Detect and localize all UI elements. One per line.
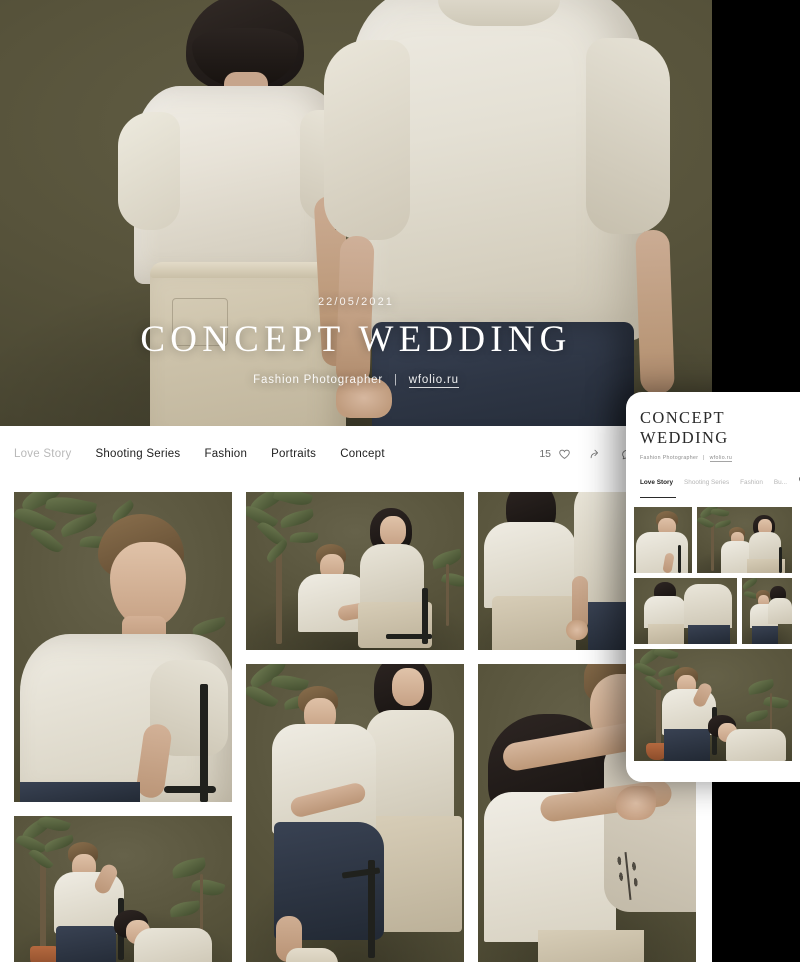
mobile-nav-link-truncated[interactable]: Bu... [774, 479, 787, 486]
hero-date: 22/05/2021 [317, 296, 395, 308]
plant-pot [30, 946, 58, 962]
man-jeans [56, 926, 116, 962]
woman-tshirt [134, 928, 212, 962]
nav-link-concept[interactable]: Concept [340, 448, 385, 460]
woman-tshirt [726, 729, 786, 762]
trousers [538, 930, 644, 962]
mobile-active-tab-underline [640, 496, 676, 499]
chair-rail [164, 786, 216, 793]
share-icon[interactable] [589, 448, 603, 461]
nav-link-portraits[interactable]: Portraits [271, 448, 316, 460]
man-sock [286, 948, 338, 962]
hero-woman-shirt [118, 86, 358, 284]
gallery-navbar: Love Story Shooting Series Fashion Portr… [0, 426, 712, 482]
mobile-grid-row [634, 649, 792, 762]
desktop-mockup: 22/05/2021 CONCEPT WEDDING Fashion Photo… [0, 0, 712, 962]
man-tshirt [272, 724, 376, 834]
man-jeans [752, 626, 778, 645]
chair-rail [386, 634, 432, 639]
like-group[interactable]: 15 [539, 448, 571, 461]
plant-trunk [711, 525, 714, 572]
hero-role: Fashion Photographer [253, 374, 383, 386]
woman-tshirt [768, 598, 792, 625]
mobile-nav-link-love-story[interactable]: Love Story [640, 479, 673, 486]
subject-jeans [20, 782, 140, 802]
grid-column-2 [246, 492, 464, 962]
man-tshirt [684, 584, 732, 629]
mobile-subtitle: Fashion Photographer | wfolio.ru [626, 455, 800, 463]
photo-tile-4[interactable] [14, 816, 232, 962]
mobile-grid-row [634, 578, 792, 645]
photo-grid [0, 482, 712, 962]
grid-column-1 [14, 492, 232, 962]
mobile-photo-tile-2[interactable] [697, 507, 792, 574]
chair-leg [678, 545, 681, 574]
photo-tile-1[interactable] [14, 492, 232, 802]
woman-face [380, 516, 406, 546]
nav-link-fashion[interactable]: Fashion [204, 448, 247, 460]
woman-trousers [648, 624, 684, 645]
hero-separator: | [393, 374, 398, 386]
mobile-nav-link-fashion[interactable]: Fashion [740, 479, 763, 486]
page-title: CONCEPT WEDDING [140, 319, 572, 360]
mobile-photo-tile-5[interactable] [634, 649, 792, 762]
woman-tshirt [749, 532, 781, 563]
woman-face [392, 668, 424, 706]
mobile-photo-tile-3[interactable] [634, 578, 737, 645]
mobile-mockup: CONCEPT WEDDING Fashion Photographer | w… [626, 392, 800, 782]
chair-leg [779, 547, 782, 574]
photo-tile-5[interactable] [246, 664, 464, 962]
man-jeans [688, 625, 730, 645]
nav-links: Love Story Shooting Series Fashion Portr… [14, 448, 385, 460]
hero-banner: 22/05/2021 CONCEPT WEDDING Fashion Photo… [0, 0, 712, 426]
hero-site-link[interactable]: wfolio.ru [408, 374, 459, 388]
mobile-photo-tile-1[interactable] [634, 507, 692, 574]
woman-trousers [492, 596, 576, 650]
mobile-role: Fashion Photographer [640, 455, 699, 462]
mobile-site-link[interactable]: wfolio.ru [709, 455, 733, 463]
mobile-nav-link-shooting-series[interactable]: Shooting Series [684, 479, 729, 486]
nav-link-love-story[interactable]: Love Story [14, 448, 71, 460]
mobile-photo-tile-4[interactable] [742, 578, 792, 645]
woman-trousers [358, 602, 432, 648]
hero-caption: 22/05/2021 CONCEPT WEDDING Fashion Photo… [0, 296, 712, 388]
man-jeans [664, 729, 710, 762]
hero-man-shirt [324, 0, 670, 340]
hero-subtitle: Fashion Photographer | wfolio.ru [0, 374, 712, 388]
plant-trunk [40, 856, 46, 948]
woman-tshirt [360, 544, 424, 606]
mobile-separator: | [703, 455, 705, 462]
hand [616, 786, 656, 820]
heart-icon[interactable] [558, 448, 571, 461]
like-count: 15 [539, 448, 551, 460]
mobile-page-title: CONCEPT WEDDING [640, 408, 729, 448]
woman-tshirt [366, 710, 454, 830]
chair-back [200, 684, 208, 802]
mobile-navbar: Love Story Shooting Series Fashion Bu... [626, 473, 800, 499]
photo-tile-2[interactable] [246, 492, 464, 650]
nav-link-shooting-series[interactable]: Shooting Series [95, 448, 180, 460]
hand [566, 620, 588, 640]
mobile-photo-grid [626, 507, 800, 771]
mobile-grid-row [634, 507, 792, 574]
